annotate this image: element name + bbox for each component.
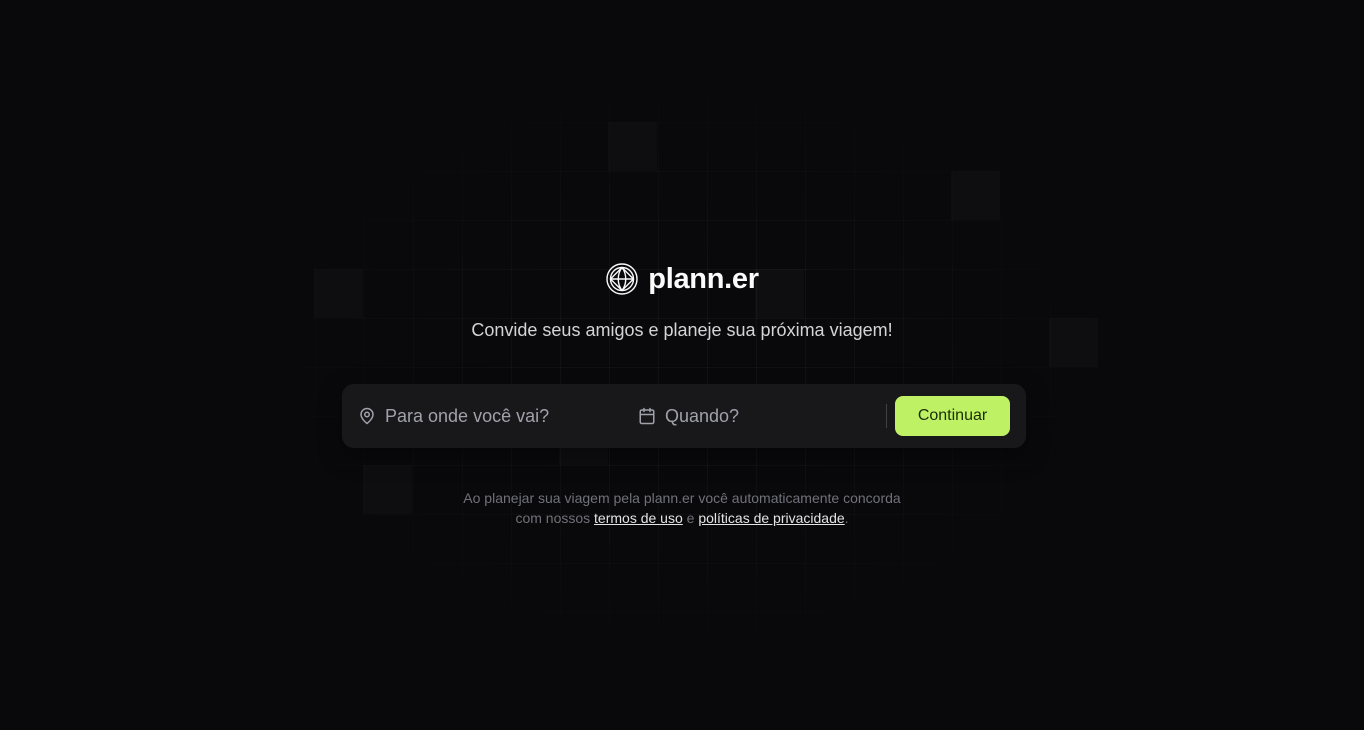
terms-link[interactable]: termos de uso bbox=[594, 510, 683, 526]
page: plann.er Convide seus amigos e planeje s… bbox=[0, 0, 1364, 730]
legal-suffix: . bbox=[844, 510, 849, 526]
date-input[interactable] bbox=[665, 405, 885, 427]
date-field[interactable] bbox=[638, 396, 885, 436]
legal-prefix: com nossos bbox=[515, 510, 591, 526]
destination-input[interactable] bbox=[385, 405, 605, 427]
brand: plann.er bbox=[0, 262, 1364, 296]
calendar-icon bbox=[639, 407, 655, 425]
page-tagline: Convide seus amigos e planeje sua próxim… bbox=[471, 320, 893, 340]
field-divider bbox=[886, 404, 887, 428]
privacy-link[interactable]: políticas de privacidade bbox=[698, 510, 844, 526]
destination-field[interactable] bbox=[358, 396, 638, 436]
legal-conjunction: e bbox=[686, 510, 695, 526]
grid-cell bbox=[951, 171, 1000, 220]
map-pin-icon bbox=[360, 407, 374, 425]
globe-icon bbox=[606, 263, 638, 295]
trip-search-bar: Continuar bbox=[342, 384, 1026, 448]
brand-name: plann.er bbox=[648, 263, 759, 295]
legal-line-1: Ao planejar sua viagem pela plann.er voc… bbox=[463, 490, 901, 506]
continue-button[interactable]: Continuar bbox=[895, 396, 1010, 436]
grid-background bbox=[0, 0, 1364, 730]
legal-notice: Ao planejar sua viagem pela plann.er voc… bbox=[0, 488, 1364, 528]
grid-cell bbox=[608, 122, 657, 171]
